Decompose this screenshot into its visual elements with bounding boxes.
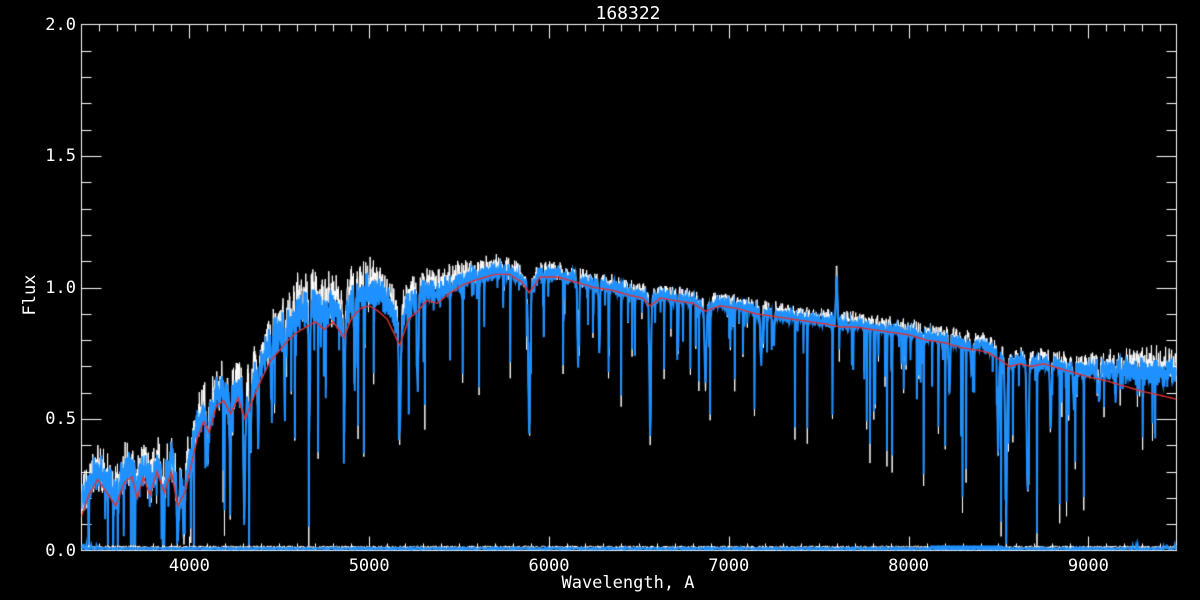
y-axis-tick-label: 0.5 <box>45 409 76 429</box>
y-axis-tick-label: 1.0 <box>45 277 76 298</box>
y-axis-tick-label: 0.0 <box>45 540 76 561</box>
x-axis-tick-label: 6000 <box>528 556 570 576</box>
spectrum-figure: 168322 Wavelength, A Flux 4000 5000 6000 70… <box>0 0 1200 600</box>
y-axis-tick-label: 1.5 <box>45 146 76 166</box>
spectrum-canvas <box>0 0 1200 600</box>
x-axis-tick-label: 7000 <box>708 556 750 576</box>
y-axis-tick-label: 2.0 <box>45 14 76 35</box>
x-axis-tick-label: 4000 <box>168 556 210 576</box>
x-axis-tick-label: 8000 <box>888 556 930 576</box>
x-axis-tick-label: 5000 <box>348 556 390 576</box>
x-axis-tick-label: 9000 <box>1067 556 1109 576</box>
plot-title: 168322 <box>595 3 661 24</box>
x-axis-label: Wavelength, A <box>561 573 695 593</box>
